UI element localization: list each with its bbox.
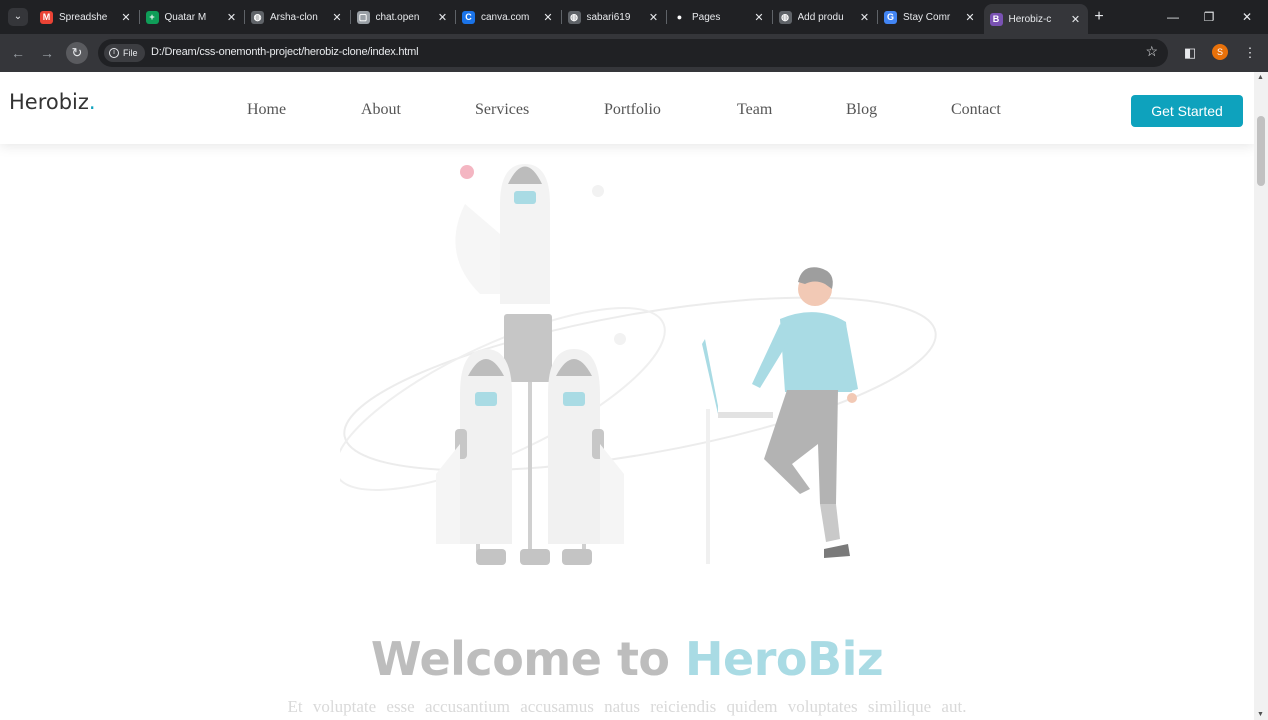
- nav-portfolio[interactable]: Portfolio: [604, 101, 661, 119]
- close-window-icon[interactable]: ✕: [1234, 6, 1260, 28]
- browser-tab-strip: ⌄ M Spreadshe ✕ + Quatar M ✕ ◍ Arsha-clon ✕ ▢ chat…: [0, 0, 1268, 34]
- get-started-button[interactable]: Get Started: [1131, 95, 1243, 127]
- logo-text: Herobiz: [9, 90, 89, 114]
- tab-close-icon[interactable]: ✕: [542, 11, 554, 24]
- bookmark-star-icon[interactable]: ☆: [1145, 43, 1158, 60]
- browser-tab[interactable]: ● Pages ✕: [667, 4, 771, 30]
- tab-title: canva.com: [481, 11, 530, 23]
- file-chip[interactable]: i File: [104, 44, 145, 62]
- nav-services[interactable]: Services: [475, 101, 529, 119]
- scroll-thumb[interactable]: [1257, 116, 1265, 186]
- browser-tab[interactable]: ◍ sabari619 ✕: [562, 4, 666, 30]
- tab-close-icon[interactable]: ✕: [437, 11, 449, 24]
- tab-title: Herobiz-c: [1008, 13, 1052, 25]
- tab-title: sabari619: [586, 11, 631, 23]
- browser-tab[interactable]: ◍ Add produ ✕: [773, 4, 877, 30]
- nav-about[interactable]: About: [361, 101, 401, 119]
- tab-close-icon[interactable]: ✕: [859, 11, 871, 24]
- tab-close-icon[interactable]: ✕: [1070, 13, 1082, 26]
- tab-close-icon[interactable]: ✕: [753, 11, 765, 24]
- nav-home[interactable]: Home: [247, 101, 286, 119]
- pink-dot: [460, 165, 474, 179]
- tab-separator: [244, 10, 245, 24]
- nav-team[interactable]: Team: [737, 101, 772, 119]
- restore-icon[interactable]: ❐: [1196, 6, 1222, 28]
- browser-tab[interactable]: ◍ Arsha-clon ✕: [245, 4, 349, 30]
- hero-title: Welcome to HeroBiz: [0, 632, 1254, 686]
- hero-title-prefix: Welcome to: [370, 632, 686, 686]
- tab-separator: [771, 10, 773, 24]
- hero-illustration: [340, 164, 937, 565]
- tab-separator: [666, 10, 667, 24]
- github-icon: ●: [673, 10, 686, 24]
- tab-title: chat.open: [375, 11, 420, 23]
- web-page: Herobiz. Home About Services Portfolio T…: [0, 72, 1254, 720]
- back-arrow-icon[interactable]: ←: [7, 42, 29, 64]
- url-text[interactable]: D:/Dream/css-onemonth-project/herobiz-cl…: [151, 46, 419, 58]
- site-logo[interactable]: Herobiz.: [9, 90, 96, 114]
- hero-title-brand: HeroBiz: [685, 632, 884, 686]
- tab-close-icon[interactable]: ✕: [648, 11, 660, 24]
- tab-separator: [349, 10, 351, 24]
- google-icon: G: [884, 10, 897, 24]
- address-bar[interactable]: i File D:/Dream/css-onemonth-project/her…: [98, 39, 1168, 67]
- nav-blog[interactable]: Blog: [846, 101, 877, 119]
- site-header: Herobiz. Home About Services Portfolio T…: [0, 72, 1254, 144]
- globe-icon: ◍: [251, 10, 264, 24]
- tab-title: Spreadshe: [59, 11, 108, 23]
- scroll-down-arrow-icon[interactable]: ▼: [1257, 711, 1264, 718]
- gray-dot: [592, 185, 604, 197]
- tab-separator: [455, 10, 456, 24]
- tab-title: Stay Comr: [903, 11, 951, 23]
- browser-tab[interactable]: Ccanva.com ✕: [456, 4, 560, 30]
- gray-dot-2: [614, 333, 626, 345]
- gmail-icon: M: [40, 10, 53, 24]
- page-icon: ▢: [356, 10, 370, 24]
- forward-arrow-icon[interactable]: →: [36, 42, 58, 64]
- hero-subtitle: Et voluptate esse accusantium accusamus …: [287, 697, 967, 716]
- globe-icon: ◍: [567, 10, 581, 24]
- page-scrollbar[interactable]: ▲ ▼: [1254, 72, 1268, 720]
- bootstrap-icon: B: [989, 12, 1003, 26]
- person-at-laptop: [702, 267, 858, 564]
- browser-tab[interactable]: B Herobiz-c ✕: [983, 4, 1088, 34]
- tab-title: Add produ: [797, 11, 844, 23]
- tab-close-icon[interactable]: ✕: [964, 11, 976, 24]
- canva-icon: C: [462, 10, 475, 24]
- tab-close-icon[interactable]: ✕: [226, 11, 238, 24]
- logo-dot: .: [88, 90, 96, 114]
- browser-tab[interactable]: ▢ chat.open ✕: [351, 4, 455, 30]
- more-menu-icon[interactable]: ⋮: [1240, 43, 1260, 63]
- new-tab-plus-icon[interactable]: +: [1090, 8, 1108, 26]
- browser-toolbar: ← → ↻ i File D:/Dream/css-onemonth-proje…: [0, 34, 1268, 72]
- reload-icon[interactable]: ↻: [66, 42, 88, 64]
- globe-icon: ◍: [778, 10, 792, 24]
- info-icon: i: [109, 48, 119, 58]
- tab-separator: [877, 10, 878, 24]
- center-rocket: [455, 164, 550, 304]
- side-panel-icon[interactable]: ◧: [1180, 43, 1200, 63]
- scroll-up-arrow-icon[interactable]: ▲: [1257, 74, 1264, 81]
- tab-separator: [138, 10, 140, 24]
- tab-close-icon[interactable]: ✕: [331, 11, 343, 24]
- tab-title: Arsha-clon: [270, 11, 318, 23]
- browser-tab[interactable]: + Quatar M ✕: [140, 4, 244, 30]
- orbit-ring-inner: [340, 307, 666, 491]
- nav-contact[interactable]: Contact: [951, 101, 1001, 119]
- profile-avatar[interactable]: S: [1212, 44, 1228, 60]
- tab-title: Quatar M: [164, 11, 207, 23]
- tab-separator: [560, 10, 562, 24]
- browser-tab[interactable]: G Stay Comr ✕: [878, 4, 982, 30]
- tab-search-chevron-icon[interactable]: ⌄: [8, 8, 28, 26]
- browser-tab[interactable]: M Spreadshe ✕: [34, 4, 138, 30]
- tab-title: Pages: [692, 11, 721, 23]
- minimize-icon[interactable]: —: [1160, 6, 1186, 28]
- left-rocket: [436, 349, 512, 565]
- file-chip-label: File: [123, 48, 138, 58]
- tab-close-icon[interactable]: ✕: [120, 11, 132, 24]
- sheets-icon: +: [145, 10, 159, 24]
